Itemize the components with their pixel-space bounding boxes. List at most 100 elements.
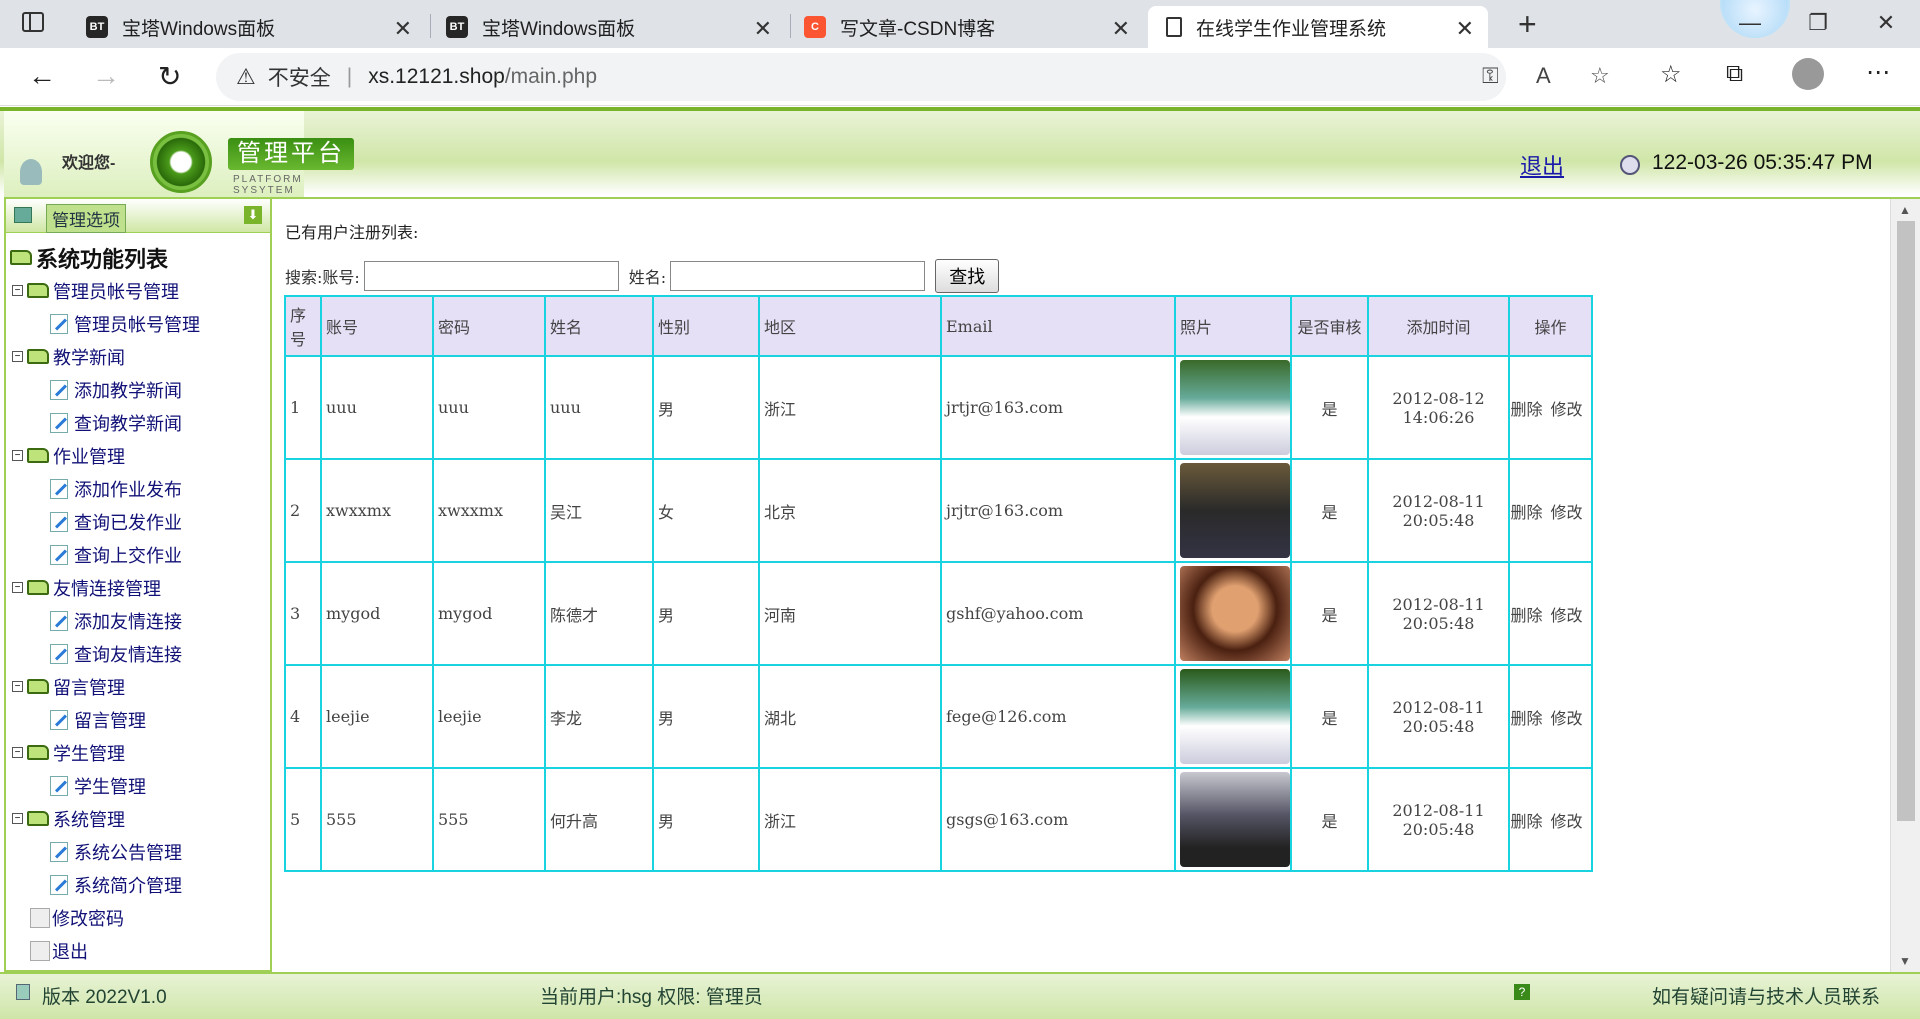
tree-group-system[interactable]: − 系统管理 [6,802,270,835]
collapse-icon[interactable]: − [12,285,23,296]
sidebar-item-add-link[interactable]: 添加友情连接 [6,604,270,637]
scrollbar-thumb[interactable] [1897,221,1915,821]
datetime-display: 122-03-26 05:35:47 PM [1652,151,1873,174]
function-tree: 系统功能列表 − 管理员帐号管理 管理员帐号管理 − 教学新闻 添加教学新闻 查询教… [6,233,270,967]
cell-actions: 删除 修改 [1508,561,1593,666]
key-icon[interactable]: ⚿ [1482,63,1499,89]
tab-actions-icon[interactable] [22,12,44,32]
search-button[interactable]: 查找 [935,259,1000,293]
back-icon[interactable]: ← [28,60,56,92]
col-header: 性别 [652,295,760,357]
edit-link[interactable]: 修改 [1551,503,1583,522]
collapse-icon[interactable]: − [12,450,23,461]
collections-icon[interactable]: ⧉ [1726,60,1743,88]
added-date: 2012-08-11 [1392,800,1485,820]
sidebar-item-query-published[interactable]: 查询已发作业 [6,505,270,538]
calendar-icon [14,207,32,223]
collapse-icon[interactable]: − [12,351,23,362]
cell-password: uuu [432,355,546,460]
col-header: 账号 [320,295,434,357]
sidebar-header: 管理选项 ⬇ [6,199,270,233]
vertical-scrollbar[interactable]: ▲ ▼ [1890,199,1920,972]
tree-group-messages[interactable]: − 留言管理 [6,670,270,703]
sidebar-item-announcements[interactable]: 系统公告管理 [6,835,270,868]
cell-password: mygod [432,561,546,666]
name-search-input[interactable] [670,261,926,291]
read-aloud-icon[interactable]: A [1536,63,1551,89]
sidebar-item-add-news[interactable]: 添加教学新闻 [6,373,270,406]
sidebar-item-students[interactable]: 学生管理 [6,769,270,802]
collapse-arrow-icon[interactable]: ⬇ [244,206,262,224]
logout-link[interactable]: 退出 [1520,149,1564,181]
sidebar-item-label: 系统简介管理 [74,875,182,896]
delete-link[interactable]: 删除 [1510,709,1542,728]
sidebar-item-logout[interactable]: 退出 [6,934,270,967]
delete-link[interactable]: 删除 [1510,812,1542,831]
help-text: 如有疑问请与技术人员联系 [1651,987,1880,1008]
browser-tab-strip: BT 宝塔Windows面板 ✕ BT 宝塔Windows面板 ✕ C 写文章-… [0,0,1920,48]
close-tab-icon[interactable]: ✕ [1456,16,1474,42]
scroll-up-icon[interactable]: ▲ [1899,203,1911,217]
edit-link[interactable]: 修改 [1551,606,1583,625]
browser-tab-3[interactable]: C 写文章-CSDN博客 ✕ [804,6,1144,48]
more-menu-icon[interactable]: ⋯ [1866,58,1890,87]
user-photo [1180,772,1290,867]
current-user-text: 当前用户:hsg 权限: 管理员 [540,987,763,1008]
close-tab-icon[interactable]: ✕ [394,16,412,42]
cell-no: 4 [284,664,322,769]
tree-root[interactable]: 系统功能列表 [6,241,270,274]
browser-tab-4-active[interactable]: 在线学生作业管理系统 ✕ [1148,6,1488,48]
tree-group-students[interactable]: − 学生管理 [6,736,270,769]
sidebar-item-admin-accounts[interactable]: 管理员帐号管理 [6,307,270,340]
sidebar-item-query-news[interactable]: 查询教学新闻 [6,406,270,439]
tree-group-admin[interactable]: − 管理员帐号管理 [6,274,270,307]
sidebar-header-label: 管理选项 [46,204,126,233]
close-window-icon[interactable]: ✕ [1852,10,1920,36]
tree-group-links[interactable]: − 友情连接管理 [6,571,270,604]
edit-link[interactable]: 修改 [1551,812,1583,831]
col-header: 添加时间 [1367,295,1510,357]
name-search-label: 姓名: [628,268,667,287]
collapse-icon[interactable]: − [12,681,23,692]
new-tab-icon[interactable]: + [1518,6,1537,43]
close-tab-icon[interactable]: ✕ [754,16,772,42]
sidebar-item-messages[interactable]: 留言管理 [6,703,270,736]
forward-icon[interactable]: → [92,60,120,92]
delete-link[interactable]: 删除 [1510,606,1542,625]
profile-avatar[interactable] [1792,58,1824,90]
tree-group-news[interactable]: − 教学新闻 [6,340,270,373]
sidebar-item-change-password[interactable]: 修改密码 [6,901,270,934]
warning-icon[interactable]: ⚠ [236,64,256,90]
edit-page-icon [50,379,68,400]
maximize-icon[interactable]: ❐ [1784,10,1852,36]
favorites-icon[interactable]: ☆ [1660,60,1682,89]
url-bar[interactable]: ⚠ 不安全 | xs.12121.shop/main.php ⚿ A ☆ [216,53,1610,101]
sidebar-item-query-link[interactable]: 查询友情连接 [6,637,270,670]
add-favorite-icon[interactable]: ☆ [1590,63,1610,89]
browser-tab-2[interactable]: BT 宝塔Windows面板 ✕ [446,6,786,48]
cell-region: 浙江 [758,767,942,872]
sidebar-item-system-intro[interactable]: 系统简介管理 [6,868,270,901]
cell-region: 浙江 [758,355,942,460]
sidebar-item-add-homework[interactable]: 添加作业发布 [6,472,270,505]
close-tab-icon[interactable]: ✕ [1112,16,1130,42]
account-search-input[interactable] [363,261,619,291]
added-clock: 20:05:48 [1402,716,1475,736]
edit-link[interactable]: 修改 [1551,400,1583,419]
sidebar-item-query-submitted[interactable]: 查询上交作业 [6,538,270,571]
edit-link[interactable]: 修改 [1551,709,1583,728]
cell-no: 1 [284,355,322,460]
collapse-icon[interactable]: − [12,582,23,593]
minimize-icon[interactable]: — [1716,10,1784,36]
clock-icon [1620,155,1640,175]
browser-tab-1[interactable]: BT 宝塔Windows面板 ✕ [86,6,426,48]
account-search-label: 搜索:账号: [285,268,360,287]
delete-link[interactable]: 删除 [1510,400,1542,419]
collapse-icon[interactable]: − [12,747,23,758]
scroll-down-icon[interactable]: ▼ [1899,954,1911,968]
security-label[interactable]: 不安全 [268,62,331,92]
collapse-icon[interactable]: − [12,813,23,824]
refresh-icon[interactable]: ↻ [158,60,181,93]
tree-group-homework[interactable]: − 作业管理 [6,439,270,472]
delete-link[interactable]: 删除 [1510,503,1542,522]
